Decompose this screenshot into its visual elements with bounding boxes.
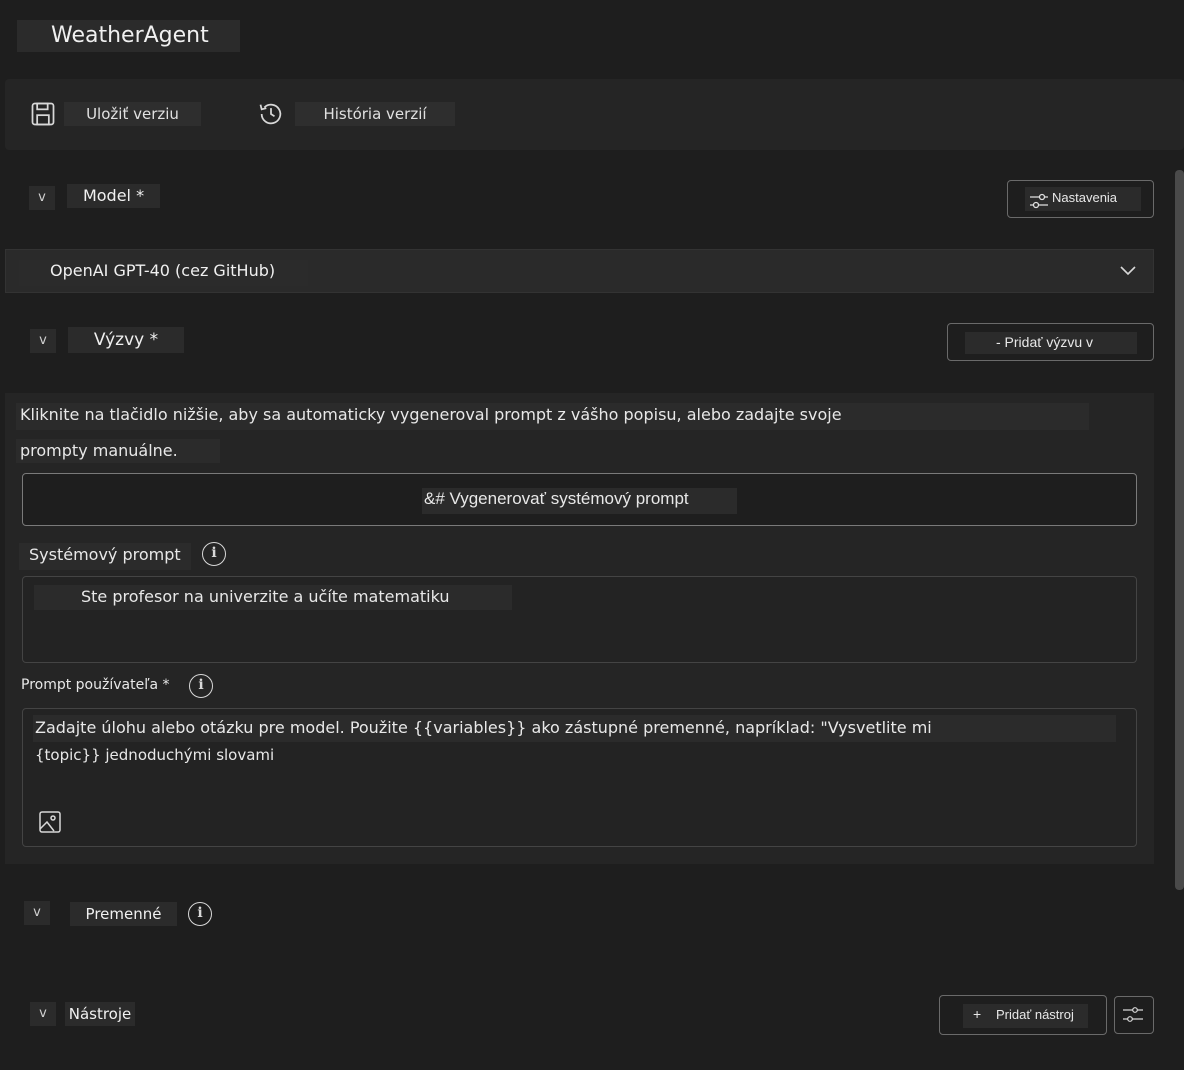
add-prompt-label: - Pridať výzvu v <box>996 334 1094 350</box>
model-section-toggle[interactable]: v <box>29 186 55 210</box>
add-prompt-button[interactable]: - Pridať výzvu v <box>947 323 1154 361</box>
variables-info-icon[interactable]: i <box>188 902 212 926</box>
scrollbar[interactable] <box>1175 170 1184 890</box>
variables-section-label: Premenné <box>70 902 177 926</box>
app-title: WeatherAgent <box>17 20 240 52</box>
version-history-label: História verzií <box>295 102 455 126</box>
image-icon[interactable] <box>38 810 62 834</box>
user-prompt-line2: {topic}} jednoduchými slovami <box>35 746 275 764</box>
save-version-label: Uložiť verziu <box>64 102 201 126</box>
prompts-description-line2: prompty manuálne. <box>20 441 178 460</box>
tools-section-toggle[interactable]: v <box>30 1002 56 1026</box>
tool-settings-button[interactable] <box>1114 996 1154 1034</box>
toolbar: Uložiť verziu História verzií <box>5 79 1184 150</box>
generate-system-prompt-label: &# Vygenerovať systémový prompt <box>424 489 689 508</box>
model-select-value: OpenAI GPT-40 (cez GitHub) <box>50 261 276 280</box>
settings-button[interactable]: Nastavenia <box>1007 180 1154 218</box>
system-prompt-info-icon[interactable]: i <box>202 542 226 566</box>
add-tool-label: Pridať nástroj <box>996 1007 1074 1022</box>
save-icon <box>31 102 55 126</box>
prompts-description-line1: Kliknite na tlačidlo nižšie, aby sa auto… <box>20 405 842 424</box>
system-prompt-textarea[interactable]: Ste profesor na univerzite a učíte matem… <box>22 576 1137 663</box>
prompts-panel: Kliknite na tlačidlo nižšie, aby sa auto… <box>5 393 1154 864</box>
system-prompt-label: Systémový prompt <box>29 545 181 564</box>
settings-label: Nastavenia <box>1052 190 1118 205</box>
add-tool-button[interactable]: + Pridať nástroj <box>939 995 1107 1035</box>
model-select[interactable]: OpenAI GPT-40 (cez GitHub) <box>5 249 1154 293</box>
variables-section-toggle[interactable]: v <box>24 901 50 925</box>
chevron-down-icon[interactable] <box>1118 263 1138 279</box>
tools-section-label: Nástroje <box>65 1002 135 1026</box>
tool-settings-icon <box>1123 1007 1143 1022</box>
prompts-section-toggle[interactable]: v <box>30 329 56 353</box>
user-prompt-textarea[interactable]: Zadajte úlohu alebo otázku pre model. Po… <box>22 708 1137 847</box>
user-prompt-label: Prompt používateľa * <box>21 677 170 693</box>
user-prompt-line1: Zadajte úlohu alebo otázku pre model. Po… <box>35 718 932 737</box>
system-prompt-value: Ste profesor na univerzite a učíte matem… <box>81 587 450 606</box>
plus-icon: + <box>973 1006 982 1022</box>
settings-sliders-icon <box>1030 193 1048 209</box>
prompts-section-label: Výzvy * <box>68 327 184 353</box>
user-prompt-info-icon[interactable]: i <box>189 674 213 698</box>
history-icon <box>259 103 282 125</box>
generate-system-prompt-button[interactable]: &# Vygenerovať systémový prompt <box>22 473 1137 526</box>
model-section-label: Model * <box>67 184 160 208</box>
